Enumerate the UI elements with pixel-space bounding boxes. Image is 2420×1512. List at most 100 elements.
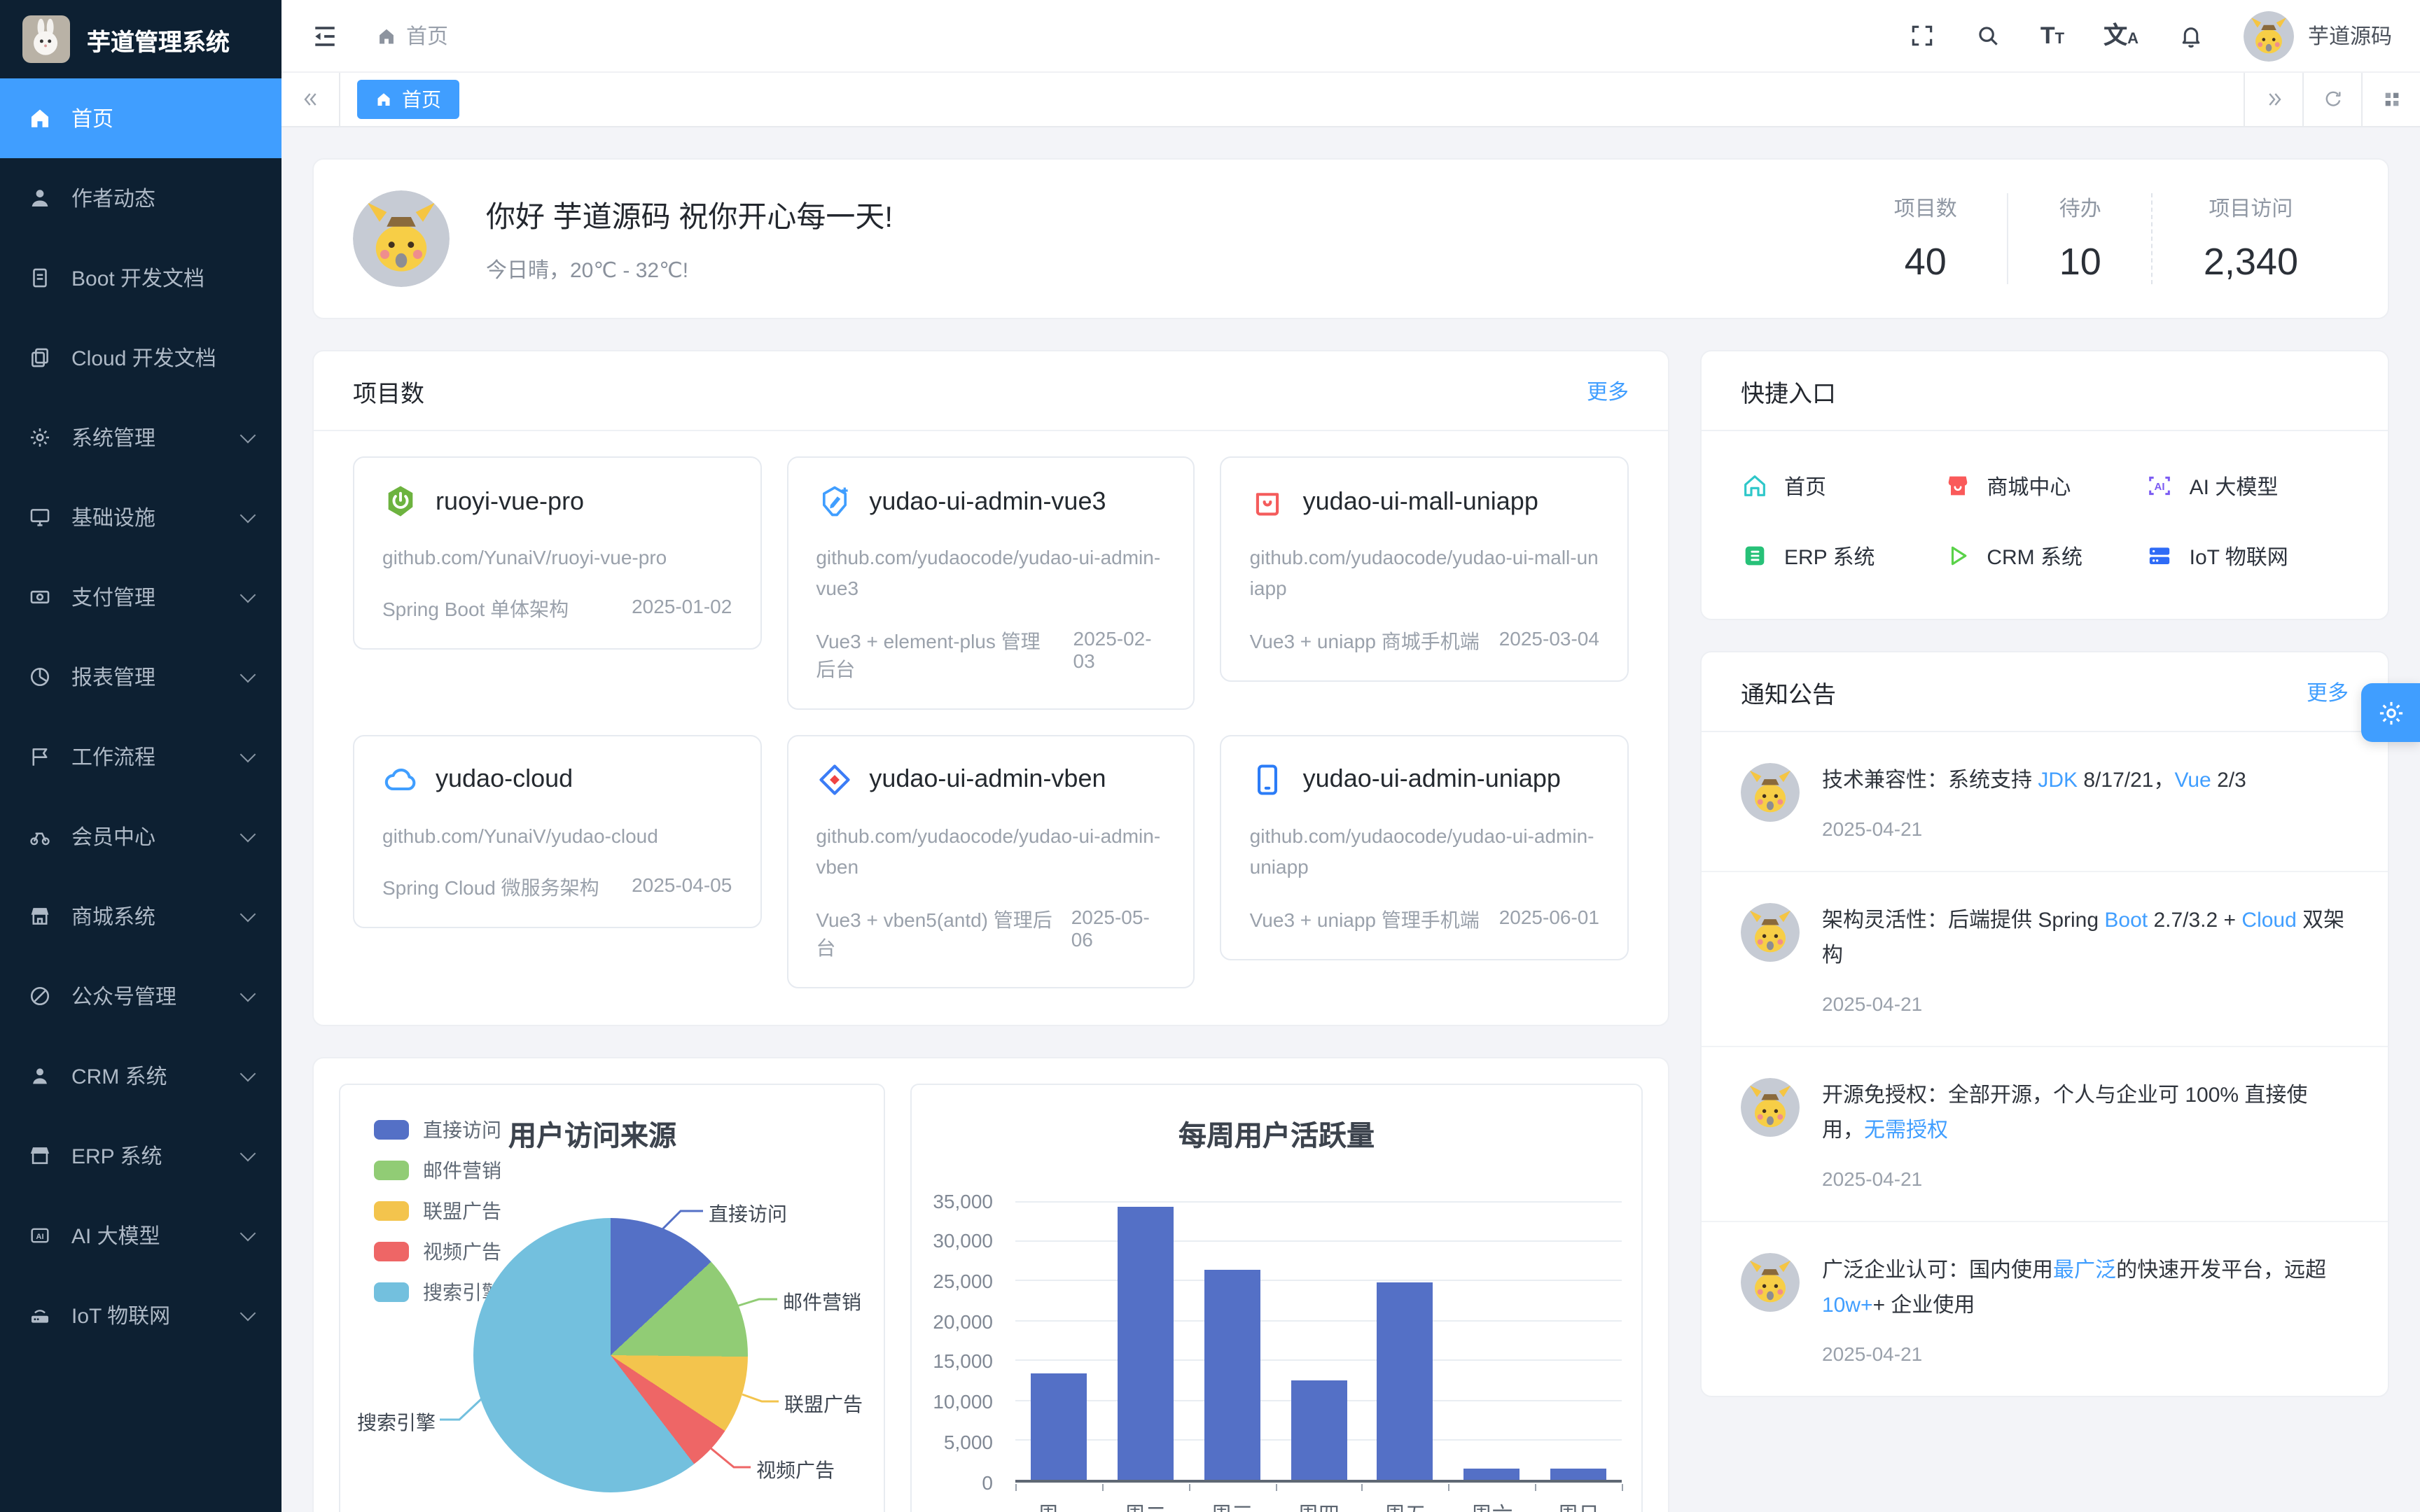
bar — [1118, 1207, 1174, 1479]
legend-item[interactable]: 邮件营销 — [374, 1156, 501, 1184]
bar — [1204, 1270, 1260, 1479]
stat-todo: 待办 10 — [2008, 193, 2152, 284]
notice-text: 架构灵活性：后端提供 Spring Boot 2.7/3.2 + Cloud 双… — [1822, 902, 2349, 974]
sidebar-item-mall[interactable]: 商城系统 — [0, 876, 281, 956]
quick-item-iot[interactable]: IoT 物联网 — [2146, 521, 2349, 591]
sidebar-item-crm[interactable]: CRM 系统 — [0, 1036, 281, 1116]
project-card-yudao-ui-admin-vue3[interactable]: yudao-ui-admin-vue3 github.com/yudaocode… — [786, 456, 1195, 710]
pie-chart — [473, 1217, 748, 1492]
notice-date: 2025-04-21 — [1822, 992, 2349, 1014]
pie-chart-card: 用户访问来源 直接访问 邮件营销 联盟广告 视频广告 搜索引擎 — [339, 1083, 885, 1512]
sidebar-item-erp[interactable]: ERP 系统 — [0, 1116, 281, 1196]
projects-more-link[interactable]: 更多 — [1587, 376, 1629, 405]
chevrons-right-icon — [2262, 88, 2285, 111]
language-icon[interactable]: 文A — [2103, 24, 2139, 48]
chevron-down-icon — [240, 1145, 256, 1161]
sidebar-item-iot[interactable]: IoT 物联网 — [0, 1275, 281, 1355]
phone-icon — [1250, 762, 1286, 798]
breadcrumb[interactable]: 首页 — [377, 21, 448, 50]
project-card-yudao-ui-admin-uniapp[interactable]: yudao-ui-admin-uniapp github.com/yudaoco… — [1221, 735, 1629, 960]
bar-chart-x-axis: 周一周二周三周四周五周六周日 — [1015, 1499, 1622, 1512]
bar-chart-plot — [1015, 1200, 1622, 1482]
notice-item[interactable]: 技术兼容性：系统支持 JDK 8/17/21，Vue 2/3 2025-04-2… — [1702, 732, 2388, 872]
sidebar-item-boot-docs[interactable]: Boot 开发文档 — [0, 238, 281, 318]
fullscreen-icon[interactable] — [1909, 22, 1935, 49]
sidebar-item-report[interactable]: 报表管理 — [0, 637, 281, 717]
legend-item[interactable]: 直接访问 — [374, 1115, 501, 1143]
money-icon — [28, 585, 52, 609]
home-icon — [1741, 472, 1769, 500]
sidebar-item-infra[interactable]: 基础设施 — [0, 477, 281, 557]
tabs-scroll-right-button[interactable] — [2244, 73, 2302, 126]
chevron-down-icon — [240, 1065, 256, 1082]
bell-icon[interactable] — [2178, 22, 2204, 49]
quick-item-erp[interactable]: ERP 系统 — [1741, 521, 1943, 591]
legend-item[interactable]: 联盟广告 — [374, 1196, 501, 1224]
user-menu[interactable]: 芋道源码 — [2244, 10, 2392, 61]
legend-swatch — [374, 1241, 409, 1261]
documents-icon — [28, 346, 52, 370]
sidebar-item-home[interactable]: 首页 — [0, 78, 281, 158]
sidebar-item-author[interactable]: 作者动态 — [0, 158, 281, 238]
x-tick-label: 周五 — [1362, 1499, 1449, 1512]
pie-label: 直接访问 — [709, 1199, 787, 1227]
crm-icon — [1943, 542, 1971, 570]
x-tick-label: 周四 — [1275, 1499, 1362, 1512]
y-tick-label: 10,000 — [933, 1390, 993, 1413]
tab-options-button[interactable] — [2361, 73, 2420, 126]
shop-icon — [28, 904, 52, 928]
top-header: 首页 TT 文A 芋道源码 — [281, 0, 2420, 73]
chevron-down-icon — [240, 427, 256, 443]
charts-card: 用户访问来源 直接访问 邮件营销 联盟广告 视频广告 搜索引擎 — [312, 1056, 1669, 1512]
sidebar-item-payment[interactable]: 支付管理 — [0, 557, 281, 637]
tabs-strip: 首页 — [340, 73, 2244, 126]
flag-icon — [28, 745, 52, 769]
ai-icon: AI — [2146, 472, 2174, 500]
sidebar-item-system[interactable]: 系统管理 — [0, 398, 281, 477]
project-card-yudao-ui-admin-vben[interactable]: yudao-ui-admin-vben github.com/yudaocode… — [786, 735, 1195, 988]
settings-drawer-button[interactable] — [2361, 683, 2420, 742]
font-size-icon[interactable]: TT — [2040, 24, 2064, 48]
quick-item-ai[interactable]: AI AI 大模型 — [2146, 451, 2349, 521]
topbar-actions: TT 文A 芋道源码 — [1909, 10, 2392, 61]
projects-grid: ruoyi-vue-pro github.com/YunaiV/ruoyi-vu… — [314, 431, 1668, 1024]
project-card-yudao-ui-mall-uniapp[interactable]: yudao-ui-mall-uniapp github.com/yudaocod… — [1221, 456, 1629, 682]
notice-item[interactable]: 架构灵活性：后端提供 Spring Boot 2.7/3.2 + Cloud 双… — [1702, 872, 2388, 1046]
y-tick-label: 5,000 — [944, 1431, 993, 1453]
bicycle-icon — [28, 825, 52, 848]
projects-card-header: 项目数 更多 — [314, 351, 1668, 431]
project-card-ruoyi-vue-pro[interactable]: ruoyi-vue-pro github.com/YunaiV/ruoyi-vu… — [353, 456, 761, 650]
tabs-scroll-left-button[interactable] — [281, 73, 340, 126]
refresh-tab-button[interactable] — [2302, 73, 2361, 126]
legend-item[interactable]: 视频广告 — [374, 1237, 501, 1265]
notices-more-link[interactable]: 更多 — [2307, 677, 2349, 706]
sidebar-item-ai[interactable]: AI AI 大模型 — [0, 1196, 281, 1275]
sidebar-item-member[interactable]: 会员中心 — [0, 797, 281, 876]
chevron-down-icon — [240, 587, 256, 603]
collapse-sidebar-icon[interactable] — [310, 20, 340, 51]
iot-icon — [28, 1303, 52, 1327]
project-card-yudao-cloud[interactable]: yudao-cloud github.com/YunaiV/yudao-clou… — [353, 735, 761, 929]
notice-item[interactable]: 广泛企业认可：国内使用最广泛的快速开发平台，远超 10w++ 企业使用 2025… — [1702, 1222, 2388, 1395]
sidebar-item-mp[interactable]: 公众号管理 — [0, 956, 281, 1036]
y-tick-label: 0 — [982, 1471, 993, 1493]
sidebar-item-workflow[interactable]: 工作流程 — [0, 717, 281, 797]
ai-icon: AI — [28, 1224, 52, 1247]
notice-item[interactable]: 开源免授权：全部开源，个人与企业可 100% 直接使用，无需授权 2025-04… — [1702, 1046, 2388, 1222]
app-root: 芋道管理系统 首页 作者动态 Boot 开发文档 Cloud 开发文档 系统管理 — [0, 0, 2420, 1512]
gear-icon — [2376, 698, 2405, 727]
search-icon[interactable] — [1975, 22, 2001, 49]
page-content: 你好 芋道源码 祝你开心每一天! 今日晴，20℃ - 32℃! 项目数 40 待… — [281, 127, 2420, 1512]
legend-item[interactable]: 搜索引擎 — [374, 1278, 501, 1306]
quick-item-crm[interactable]: CRM 系统 — [1943, 521, 2146, 591]
greeting-title: 你好 芋道源码 祝你开心每一天! — [486, 194, 893, 236]
notices-list: 技术兼容性：系统支持 JDK 8/17/21，Vue 2/3 2025-04-2… — [1702, 732, 2388, 1395]
chevron-down-icon — [240, 986, 256, 1002]
tab-home[interactable]: 首页 — [357, 80, 459, 119]
quick-item-mall-center[interactable]: 商城中心 — [1943, 451, 2146, 521]
sidebar-item-cloud-docs[interactable]: Cloud 开发文档 — [0, 318, 281, 398]
app-logo[interactable]: 芋道管理系统 — [0, 0, 281, 78]
quick-item-home[interactable]: 首页 — [1741, 451, 1943, 521]
svg-text:AI: AI — [36, 1233, 43, 1241]
bar-chart-card: 每周用户活跃量 35,00030,00025,00020,00015,00010… — [910, 1083, 1643, 1512]
